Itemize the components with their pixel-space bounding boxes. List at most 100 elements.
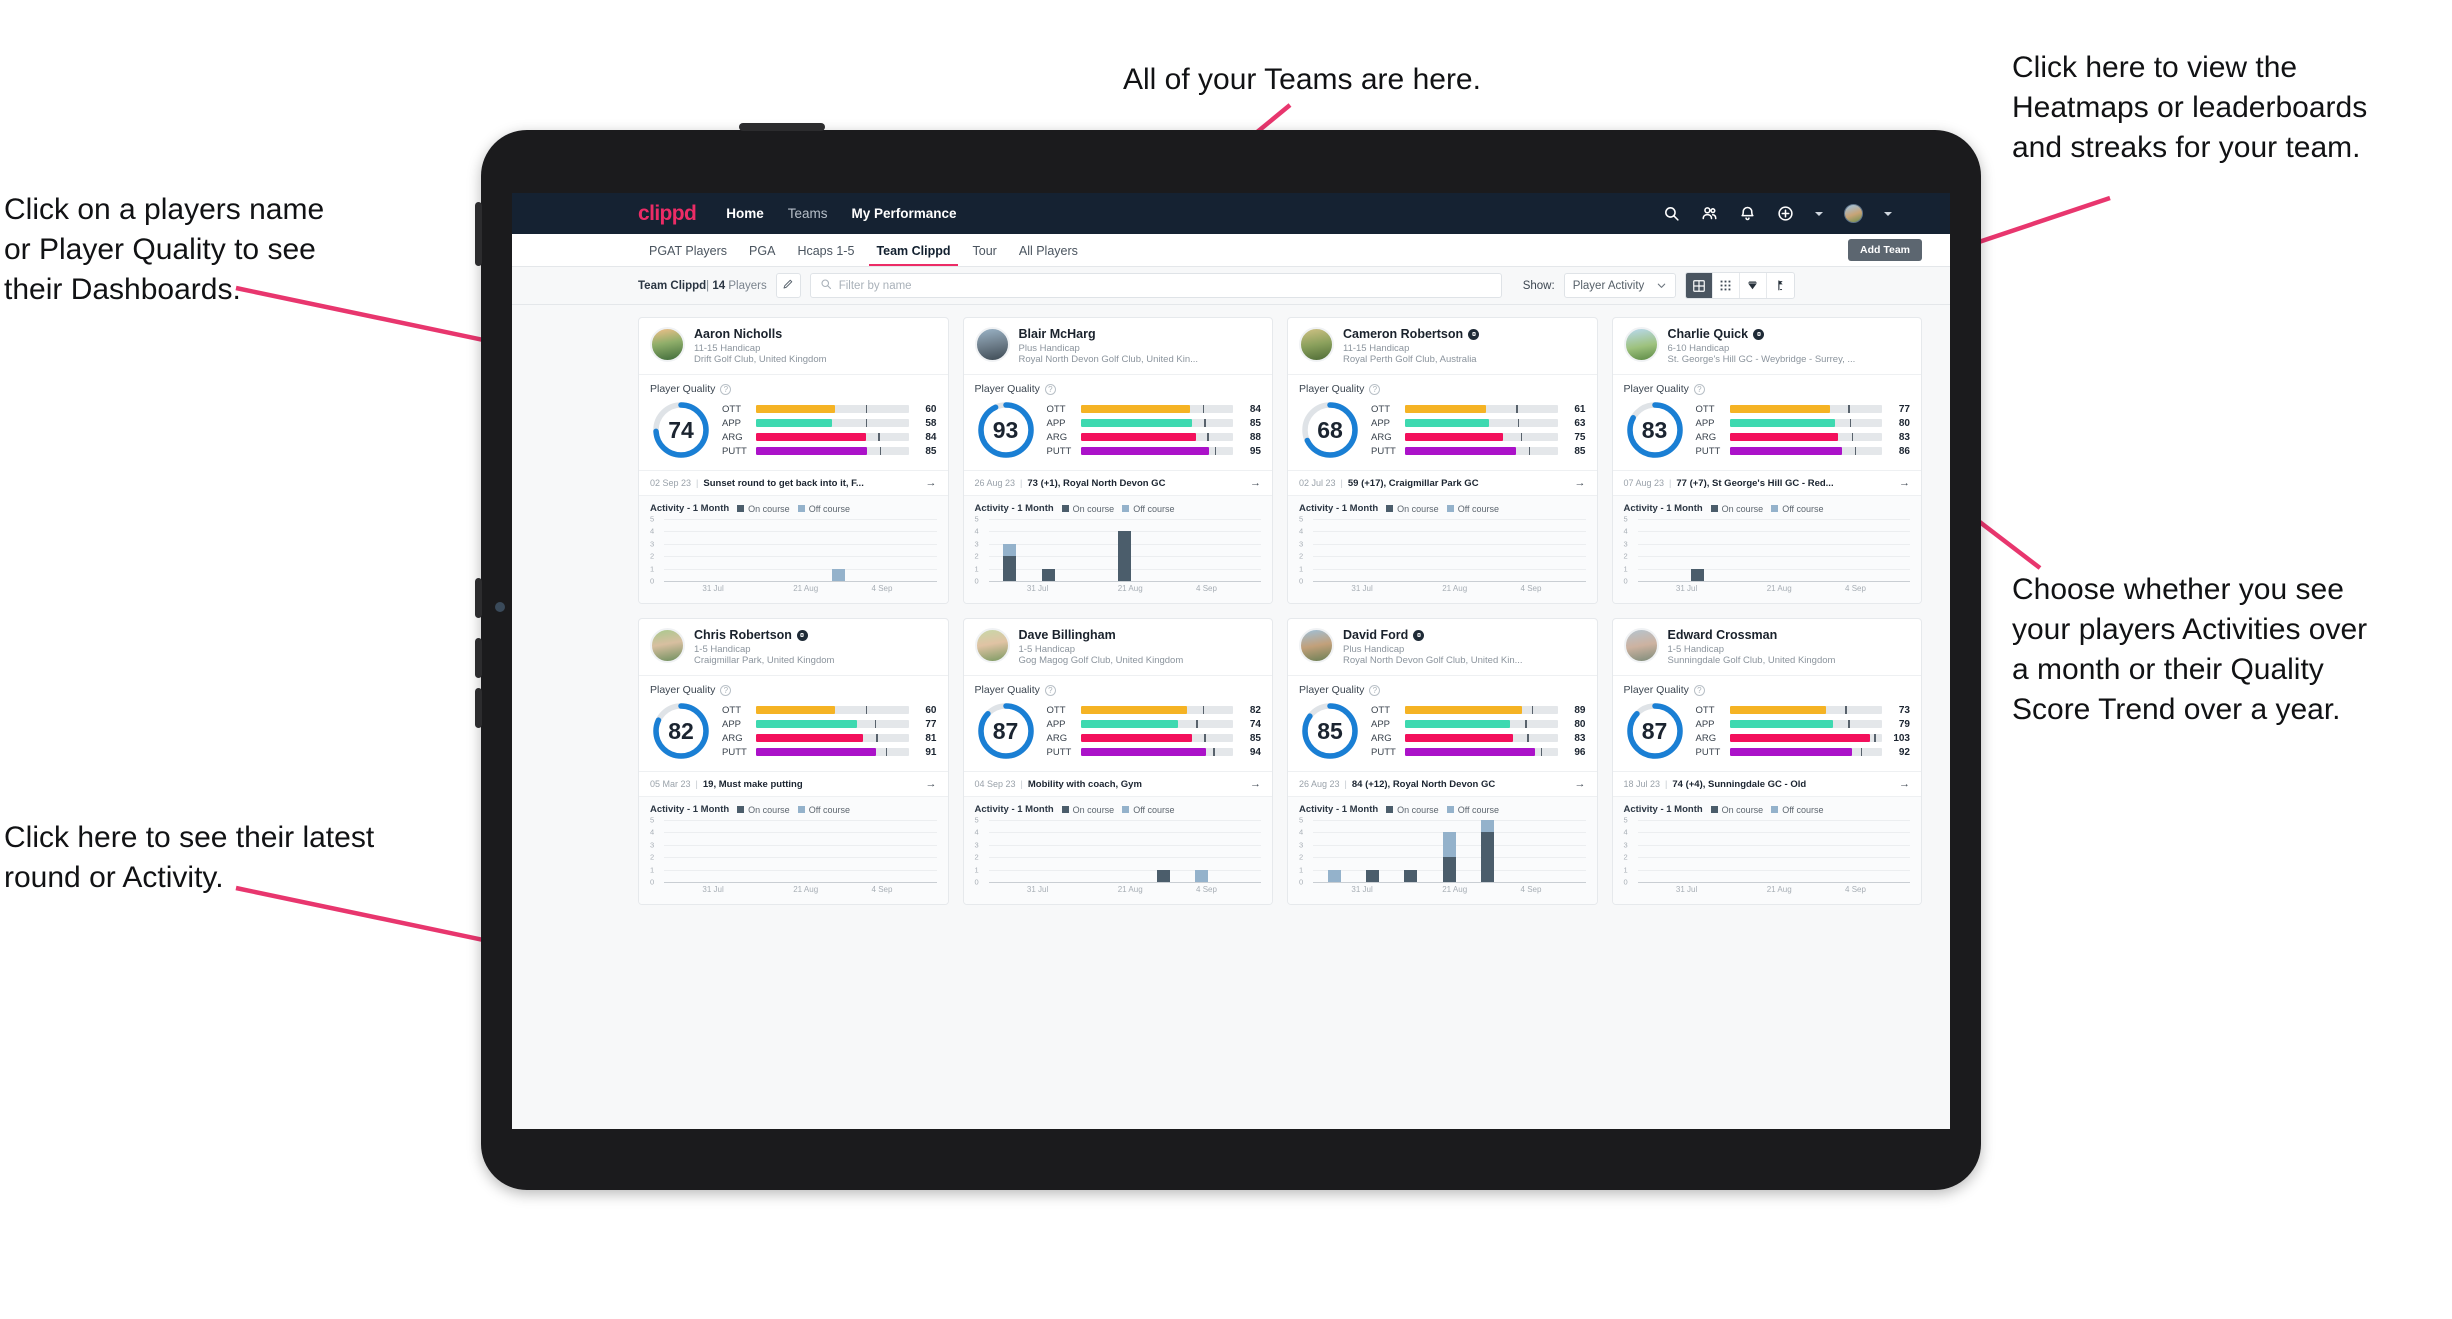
player-card[interactable]: Charlie Quick 6-10 Handicap St. George's… bbox=[1611, 317, 1922, 604]
plus-circle-icon[interactable] bbox=[1777, 205, 1794, 222]
nav-link-teams[interactable]: Teams bbox=[788, 206, 828, 221]
latest-round-row[interactable]: 04 Sep 23 | Mobility with coach, Gym → bbox=[963, 771, 1272, 797]
edit-team-button[interactable] bbox=[775, 273, 801, 298]
metric-value: 60 bbox=[925, 403, 937, 415]
latest-round-row[interactable]: 26 Aug 23 | 84 (+12), Royal North Devon … bbox=[1288, 771, 1597, 797]
player-name[interactable]: Cameron Robertson bbox=[1343, 327, 1480, 341]
player-card-header[interactable]: Charlie Quick 6-10 Handicap St. George's… bbox=[1612, 318, 1921, 375]
help-circle-icon[interactable]: ? bbox=[1693, 684, 1705, 696]
player-quality-title: Player Quality ? bbox=[975, 684, 1262, 696]
chevron-down-icon[interactable] bbox=[1815, 211, 1823, 216]
latest-round-row[interactable]: 18 Jul 23 | 74 (+4), Sunningdale GC - Ol… bbox=[1612, 771, 1921, 797]
search-field-wrapper[interactable] bbox=[809, 273, 1502, 298]
player-quality-section[interactable]: Player Quality ? 83 OTT 77 APP 80 ARG 83… bbox=[1613, 375, 1922, 470]
player-quality-section[interactable]: Player Quality ? 68 OTT 61 APP 63 ARG 75… bbox=[1288, 375, 1597, 470]
tab-pga[interactable]: PGA bbox=[738, 244, 786, 266]
tab-team-clippd[interactable]: Team Clippd bbox=[865, 244, 961, 266]
chevron-down-icon[interactable] bbox=[1884, 211, 1892, 216]
arrow-right-icon[interactable]: → bbox=[1899, 477, 1910, 489]
player-quality-section[interactable]: Player Quality ? 87 OTT 73 APP 79 ARG 10… bbox=[1613, 676, 1922, 771]
help-circle-icon[interactable]: ? bbox=[1369, 684, 1381, 696]
tab-pgat-players[interactable]: PGAT Players bbox=[638, 244, 738, 266]
bell-icon[interactable] bbox=[1739, 205, 1756, 222]
player-quality-section[interactable]: Player Quality ? 85 OTT 89 APP 80 ARG 83… bbox=[1288, 676, 1597, 771]
player-card[interactable]: Aaron Nicholls 11-15 Handicap Drift Golf… bbox=[638, 317, 949, 604]
player-card[interactable]: Blair McHarg Plus Handicap Royal North D… bbox=[962, 317, 1273, 604]
arrow-right-icon[interactable]: → bbox=[1250, 477, 1261, 489]
player-name[interactable]: Blair McHarg bbox=[1019, 327, 1199, 341]
help-circle-icon[interactable]: ? bbox=[1044, 383, 1056, 395]
player-card[interactable]: Dave Billingham 1-5 Handicap Gog Magog G… bbox=[962, 618, 1273, 905]
metric-fill bbox=[1080, 748, 1206, 756]
activity-bar bbox=[1118, 531, 1132, 581]
legend-swatch bbox=[1386, 505, 1394, 512]
help-circle-icon[interactable]: ? bbox=[720, 383, 732, 395]
flag-icon[interactable] bbox=[1767, 273, 1794, 298]
player-quality-title: Player Quality ? bbox=[650, 383, 937, 395]
metric-label: ARG bbox=[1046, 431, 1068, 443]
diamond-icon[interactable] bbox=[1740, 273, 1767, 298]
metric-track bbox=[1405, 433, 1558, 441]
clippd-logo[interactable]: clippd bbox=[638, 202, 697, 226]
player-card[interactable]: Chris Robertson 1-5 Handicap Craigmillar… bbox=[638, 618, 949, 905]
player-card-header[interactable]: Chris Robertson 1-5 Handicap Craigmillar… bbox=[639, 619, 948, 676]
player-name[interactable]: David Ford bbox=[1343, 628, 1523, 642]
help-circle-icon[interactable]: ? bbox=[1369, 383, 1381, 395]
avatar[interactable] bbox=[1844, 204, 1863, 223]
player-card-header[interactable]: David Ford Plus Handicap Royal North Dev… bbox=[1288, 619, 1597, 676]
player-name[interactable]: Dave Billingham bbox=[1019, 628, 1184, 642]
player-quality-section[interactable]: Player Quality ? 87 OTT 82 APP 74 ARG 85… bbox=[964, 676, 1273, 771]
help-circle-icon[interactable]: ? bbox=[1044, 684, 1056, 696]
player-card[interactable]: Cameron Robertson 11-15 Handicap Royal P… bbox=[1287, 317, 1598, 604]
arrow-right-icon[interactable]: → bbox=[926, 778, 937, 790]
show-select[interactable]: Player Activity bbox=[1563, 273, 1676, 298]
arrow-right-icon[interactable]: → bbox=[926, 477, 937, 489]
nav-link-my-performance[interactable]: My Performance bbox=[852, 206, 957, 221]
player-quality-section[interactable]: Player Quality ? 74 OTT 60 APP 58 ARG 84… bbox=[639, 375, 948, 470]
player-name[interactable]: Edward Crossman bbox=[1668, 628, 1836, 642]
player-quality-section[interactable]: Player Quality ? 93 OTT 84 APP 85 ARG 88… bbox=[964, 375, 1273, 470]
latest-round-row[interactable]: 07 Aug 23 | 77 (+7), St George's Hill GC… bbox=[1612, 470, 1921, 496]
legend-swatch bbox=[1710, 806, 1718, 813]
legend-swatch bbox=[1446, 505, 1454, 512]
dense-grid-icon[interactable] bbox=[1713, 273, 1740, 298]
tab-tour[interactable]: Tour bbox=[962, 244, 1008, 266]
y-tick: 2 bbox=[1623, 852, 1628, 862]
player-name[interactable]: Aaron Nicholls bbox=[694, 327, 827, 341]
player-card-header[interactable]: Aaron Nicholls 11-15 Handicap Drift Golf… bbox=[639, 318, 948, 375]
arrow-right-icon[interactable]: → bbox=[1575, 778, 1586, 790]
search-icon[interactable] bbox=[1663, 205, 1680, 222]
people-icon[interactable] bbox=[1701, 205, 1718, 222]
bar-segment-off-course bbox=[832, 568, 846, 581]
player-card-header[interactable]: Dave Billingham 1-5 Handicap Gog Magog G… bbox=[963, 619, 1272, 676]
help-circle-icon[interactable]: ? bbox=[720, 684, 732, 696]
metric-fill bbox=[1729, 706, 1826, 714]
arrow-right-icon[interactable]: → bbox=[1899, 778, 1910, 790]
metric-label: OTT bbox=[722, 403, 741, 415]
search-input[interactable] bbox=[838, 279, 1492, 292]
latest-round-row[interactable]: 05 Mar 23 | 19, Must make putting → bbox=[639, 771, 948, 797]
player-handicap: 11-15 Handicap bbox=[694, 343, 761, 354]
player-card-header[interactable]: Edward Crossman 1-5 Handicap Sunningdale… bbox=[1612, 619, 1921, 676]
latest-round-row[interactable]: 26 Aug 23 | 73 (+1), Royal North Devon G… bbox=[963, 470, 1272, 496]
latest-round-row[interactable]: 02 Sep 23 | Sunset round to get back int… bbox=[639, 470, 948, 496]
metric-label: APP bbox=[1046, 718, 1066, 730]
add-team-button[interactable]: Add Team bbox=[1848, 239, 1922, 261]
metric-row: APP 79 bbox=[1696, 719, 1911, 730]
player-card-header[interactable]: Blair McHarg Plus Handicap Royal North D… bbox=[963, 318, 1272, 375]
arrow-right-icon[interactable]: → bbox=[1575, 477, 1586, 489]
arrow-right-icon[interactable]: → bbox=[1250, 778, 1261, 790]
quality-score: 83 bbox=[1641, 416, 1668, 443]
player-card[interactable]: Edward Crossman 1-5 Handicap Sunningdale… bbox=[1611, 618, 1922, 905]
player-card[interactable]: David Ford Plus Handicap Royal North Dev… bbox=[1287, 618, 1598, 905]
tab-all-players[interactable]: All Players bbox=[1008, 244, 1089, 266]
grid-view-icon[interactable] bbox=[1685, 273, 1713, 298]
player-name[interactable]: Charlie Quick bbox=[1668, 327, 1856, 341]
help-circle-icon[interactable]: ? bbox=[1693, 383, 1705, 395]
player-name[interactable]: Chris Robertson bbox=[694, 628, 834, 642]
nav-link-home[interactable]: Home bbox=[726, 206, 764, 221]
tab-hcaps-1-5[interactable]: Hcaps 1-5 bbox=[786, 244, 865, 266]
latest-round-row[interactable]: 02 Jul 23 | 59 (+17), Craigmillar Park G… bbox=[1288, 470, 1597, 496]
player-card-header[interactable]: Cameron Robertson 11-15 Handicap Royal P… bbox=[1288, 318, 1597, 375]
player-quality-section[interactable]: Player Quality ? 82 OTT 60 APP 77 ARG 81… bbox=[639, 676, 948, 771]
